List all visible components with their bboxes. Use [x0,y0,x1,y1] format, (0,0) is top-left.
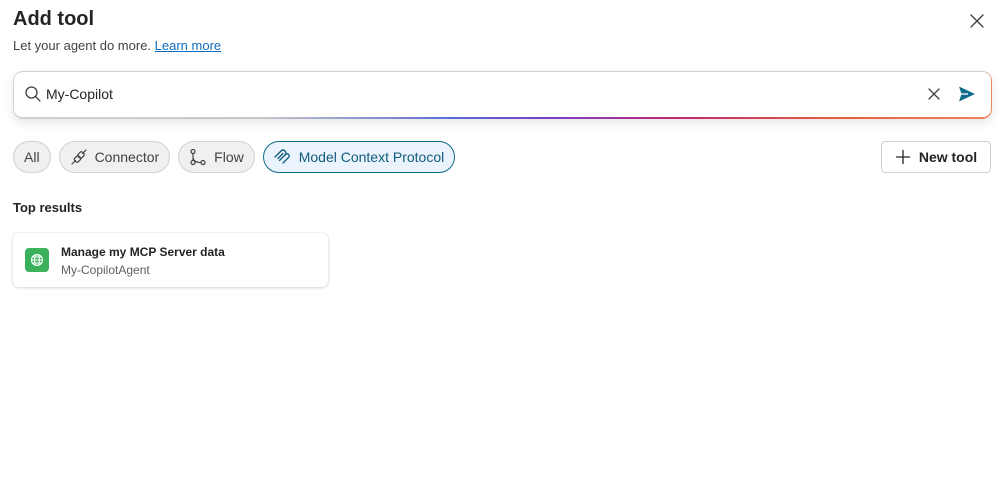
new-tool-label: New tool [918,149,978,165]
result-card-icon [25,248,49,272]
subtitle-text: Let your agent do more. [13,38,152,53]
filter-chips: All Connector Flow Model Context Protoco… [13,141,456,173]
search-box-inner [14,71,991,117]
dialog-title: Add tool [13,8,95,30]
filter-mcp-label: Model Context Protocol [298,149,445,165]
send-icon[interactable] [957,84,977,104]
flow-icon [190,148,206,166]
filter-connector-label: Connector [94,149,160,165]
filter-flow-label: Flow [214,149,244,165]
filter-all-label: All [24,149,40,165]
search-box [13,71,992,119]
filter-flow[interactable]: Flow [178,141,255,173]
filter-connector[interactable]: Connector [58,141,171,173]
connector-icon [70,149,87,165]
clear-icon[interactable] [926,86,942,102]
add-icon [895,149,910,165]
close-icon [970,14,984,28]
learn-more-link[interactable]: Learn more [155,38,221,53]
result-card[interactable]: Manage my MCP Server data My-CopilotAgen… [13,233,328,287]
mcp-icon [274,149,290,164]
filter-model-context-protocol[interactable]: Model Context Protocol [262,141,456,173]
globe-icon [30,253,44,267]
filter-all[interactable]: All [13,141,51,173]
result-card-subtitle: My-CopilotAgent [61,263,150,277]
result-card-title: Manage my MCP Server data [61,245,225,259]
search-icon [25,86,41,102]
top-results-heading: Top results [13,200,83,215]
search-input[interactable] [46,83,906,105]
dialog-subtitle: Let your agent do more. Learn more [13,38,221,53]
new-tool-button[interactable]: New tool [881,141,991,173]
close-button[interactable] [964,8,990,34]
